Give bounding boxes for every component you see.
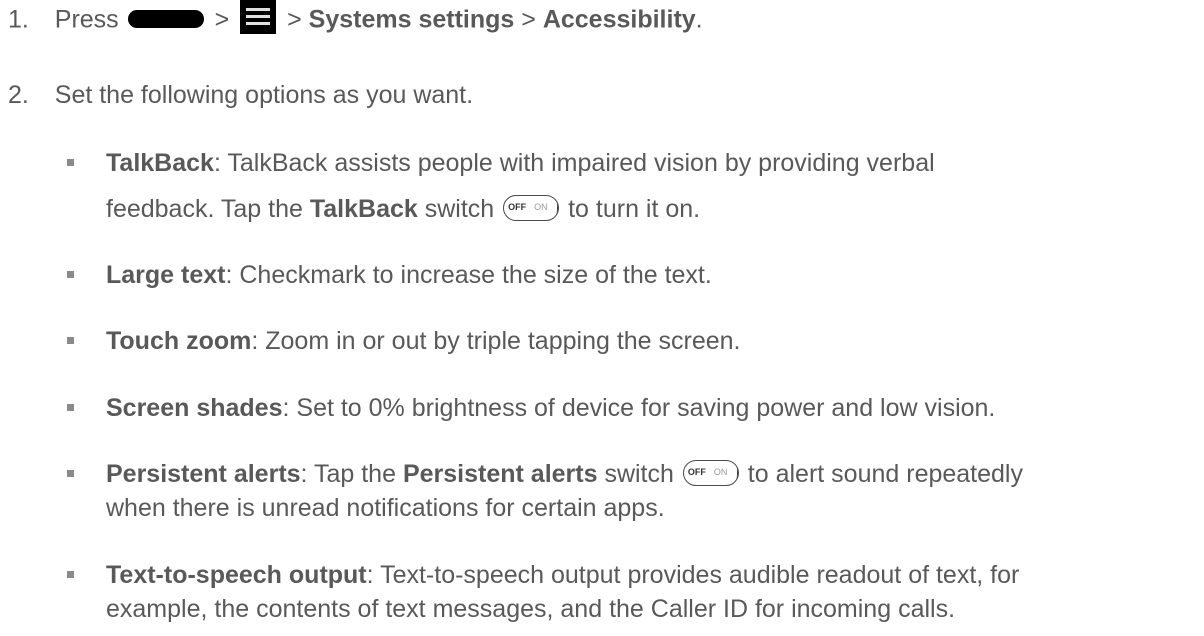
large-text-title: Large text — [106, 261, 226, 289]
home-key-icon — [127, 10, 204, 28]
step-number: 2. — [8, 81, 29, 109]
tts-desc-2: example, the contents of text messages, … — [106, 595, 956, 623]
option-talkback-line-1: TalkBack: TalkBack assists people with i… — [106, 148, 935, 178]
tts-title: Text-to-speech output — [106, 561, 367, 589]
option-tts-line-1: Text-to-speech output: Text-to-speech ou… — [106, 560, 1019, 590]
step-text-press: Press — [54, 5, 119, 34]
bullet — [67, 159, 74, 166]
bullet — [67, 470, 74, 477]
talkback-desc-2: feedback. Tap the — [106, 195, 310, 223]
talkback-desc-3: switch — [417, 195, 502, 223]
option-talkback-line-2: feedback. Tap the TalkBack switch OFF ON … — [106, 194, 700, 224]
tts-desc: : Text-to-speech output provides audible… — [366, 561, 1020, 589]
persistent-alerts-switch-name: Persistent alerts — [402, 460, 598, 488]
menu-key-icon — [240, 0, 277, 34]
large-text-desc: : Checkmark to increase the size of the … — [225, 261, 712, 289]
option-touch-zoom: Touch zoom: Zoom in or out by triple tap… — [106, 326, 741, 356]
bullet — [67, 271, 74, 278]
persistent-alerts-desc-3: to alert sound repeatedly — [740, 460, 1023, 488]
systems-settings-label: Systems settings — [308, 5, 515, 34]
accessibility-label: Accessibility — [542, 5, 696, 34]
persistent-alerts-desc: : Tap the — [300, 460, 403, 488]
off-on-switch-icon: OFF ON — [503, 195, 560, 222]
step-number: 1. — [8, 5, 29, 34]
option-large-text: Large text: Checkmark to increase the si… — [106, 260, 712, 290]
separator: > — [521, 5, 536, 34]
talkback-switch-name: TalkBack — [309, 195, 418, 223]
touch-zoom-title: Touch zoom — [106, 327, 252, 355]
bullet — [67, 571, 74, 578]
off-on-switch-icon: OFF ON — [682, 460, 739, 487]
separator: > — [287, 5, 302, 34]
period: . — [695, 5, 703, 34]
step-2: 2. Set the following options as you want… — [8, 80, 473, 110]
option-tts-line-2: example, the contents of text messages, … — [106, 594, 955, 624]
step-text: Set the following options as you want. — [54, 81, 474, 109]
persistent-alerts-title: Persistent alerts — [106, 460, 301, 488]
talkback-desc-4: to turn it on. — [561, 195, 701, 223]
persistent-alerts-desc-2: switch — [597, 460, 681, 488]
step-1: 1. Press > > Systems settings > Accessib… — [8, 0, 703, 38]
touch-zoom-desc: : Zoom in or out by triple tapping the s… — [251, 327, 741, 355]
talkback-desc: : TalkBack assists people with impaired … — [213, 149, 935, 177]
option-screen-shades: Screen shades: Set to 0% brightness of d… — [106, 393, 995, 423]
persistent-alerts-desc-4: when there is unread notifications for c… — [106, 494, 665, 522]
bullet — [67, 404, 74, 411]
bullet — [67, 337, 74, 344]
talkback-title: TalkBack — [106, 149, 214, 177]
separator: > — [214, 5, 230, 34]
screen-shades-desc: : Set to 0% brightness of device for sav… — [282, 394, 996, 422]
option-persistent-alerts-line-1: Persistent alerts: Tap the Persistent al… — [106, 459, 1023, 489]
screen-shades-title: Screen shades — [106, 394, 283, 422]
option-persistent-alerts-line-2: when there is unread notifications for c… — [106, 493, 665, 523]
